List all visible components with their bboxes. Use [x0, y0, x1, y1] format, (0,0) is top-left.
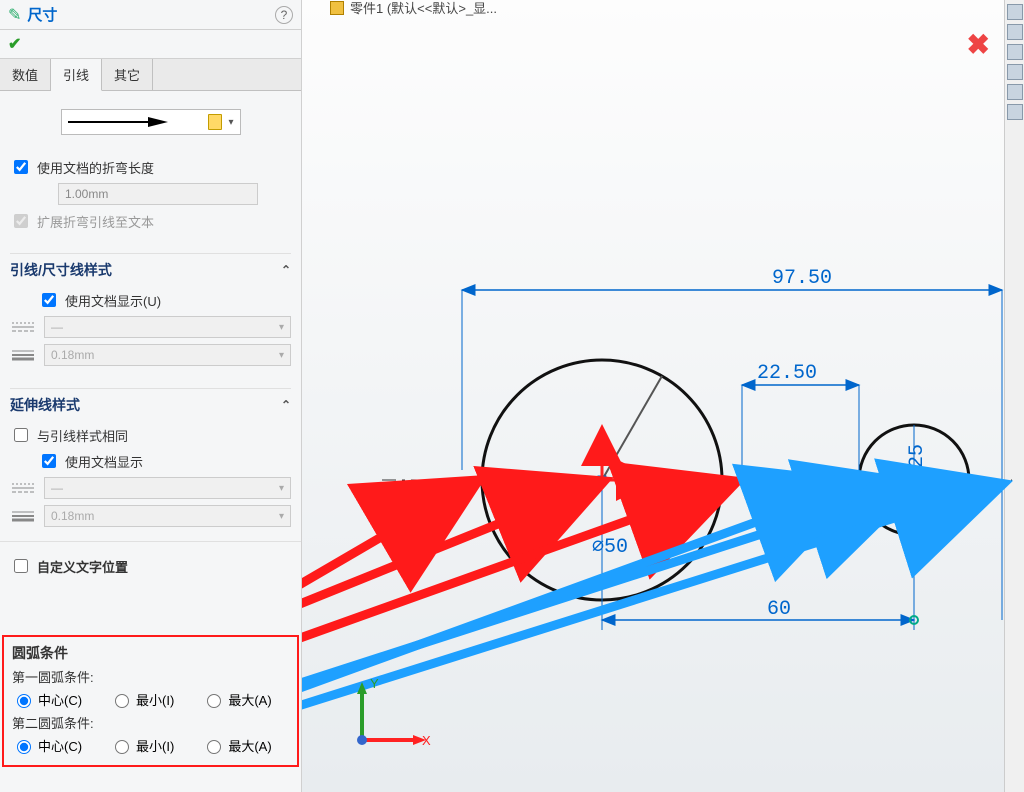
line-weight-icon	[10, 507, 36, 525]
line-weight-icon	[10, 346, 36, 364]
leader-line-weight-select[interactable]: 0.18mm▾	[44, 344, 291, 366]
chk-leader-use-doc[interactable]: 使用文档显示(U)	[10, 290, 291, 310]
ext-style-heading[interactable]: 延伸线样式 ⌃	[10, 388, 291, 419]
weight-value: 0.18mm	[51, 348, 94, 362]
svg-text:X: X	[422, 733, 431, 748]
chk-extend-bend-leader: 扩展折弯引线至文本	[10, 211, 291, 231]
chk-ext-use-doc[interactable]: 使用文档显示	[10, 451, 291, 471]
second-arc-label: 第二圆弧条件:	[12, 713, 289, 732]
tab-other[interactable]: 其它	[102, 59, 153, 90]
heading-text: 引线/尺寸线样式	[10, 260, 112, 280]
second-arc-options: 中心(C) 最小(I) 最大(A)	[12, 736, 289, 755]
panel-header: ✎ 尺寸 ?	[0, 0, 301, 30]
chk-label: 扩展折弯引线至文本	[37, 212, 154, 231]
dimension-icon: ✎	[8, 5, 21, 25]
property-panel: ✎ 尺寸 ? ✔ 数值 引线 其它 ▾ 使用文档的折弯长度 1.00mm 扩展折…	[0, 0, 302, 792]
chk-input[interactable]	[14, 559, 28, 573]
graphics-viewport[interactable]: 零件1 (默认<<默认>_显... ✖ 97.50	[302, 0, 1024, 792]
tab-value[interactable]: 数值	[0, 59, 51, 90]
dim-97: 97.50	[772, 267, 832, 290]
first-arc-max[interactable]: 最大(A)	[202, 690, 271, 709]
dim-60: 60	[767, 598, 791, 621]
collapse-icon: ⌃	[281, 263, 291, 277]
svg-text:Y: Y	[370, 676, 379, 691]
second-arc-center[interactable]: 中心(C)	[12, 736, 82, 755]
ext-line-style-select[interactable]: —▾	[44, 477, 291, 499]
bend-length-value: 1.00mm	[65, 187, 108, 201]
line-style-icon	[10, 479, 36, 497]
second-arc-max[interactable]: 最大(A)	[202, 736, 271, 755]
dim-phi25: ⌀25	[906, 444, 929, 480]
first-arc-min[interactable]: 最小(I)	[110, 690, 174, 709]
panel-tabs: 数值 引线 其它	[0, 59, 301, 91]
chk-input[interactable]	[14, 428, 28, 442]
chk-custom-text-pos[interactable]: 自定义文字位置	[10, 556, 291, 576]
first-arc-options: 中心(C) 最小(I) 最大(A)	[12, 690, 289, 709]
chk-label: 与引线样式相同	[37, 426, 128, 445]
chk-label: 使用文档显示(U)	[65, 291, 161, 310]
first-arc-label: 第一圆弧条件:	[12, 667, 289, 686]
panel-title: 尺寸	[27, 4, 57, 25]
document-icon	[208, 114, 222, 130]
bend-length-field: 1.00mm	[58, 183, 258, 205]
chk-use-doc-bend-length[interactable]: 使用文档的折弯长度	[10, 157, 291, 177]
heading-text: 延伸线样式	[10, 395, 80, 415]
second-arc-min[interactable]: 最小(I)	[110, 736, 174, 755]
arrow-style-row: ▾	[0, 91, 301, 143]
chk-label: 自定义文字位置	[37, 557, 128, 576]
arc-condition-box: 圆弧条件 第一圆弧条件: 中心(C) 最小(I) 最大(A) 第二圆弧条件: 中…	[2, 635, 299, 767]
arc-heading: 圆弧条件	[12, 643, 289, 663]
leader-style-heading[interactable]: 引线/尺寸线样式 ⌃	[10, 253, 291, 284]
collapse-icon: ⌃	[281, 398, 291, 412]
dim-22: 22.50	[757, 362, 817, 385]
chk-input[interactable]	[42, 293, 56, 307]
line-style-icon	[10, 318, 36, 336]
ok-button[interactable]: ✔	[8, 36, 21, 53]
chk-same-as-leader[interactable]: 与引线样式相同	[10, 425, 291, 445]
first-arc-center[interactable]: 中心(C)	[12, 690, 82, 709]
dim-phi50: ⌀50	[592, 536, 628, 559]
arrow-style-select[interactable]: ▾	[61, 109, 241, 135]
chk-input[interactable]	[42, 454, 56, 468]
confirm-row: ✔	[0, 30, 301, 59]
leader-line-style-select[interactable]: —▾	[44, 316, 291, 338]
ext-line-weight-select[interactable]: 0.18mm▾	[44, 505, 291, 527]
chk-label: 使用文档显示	[65, 452, 143, 471]
tab-leader[interactable]: 引线	[51, 59, 102, 91]
chk-extend-input	[14, 214, 28, 228]
sketch-drawing: 97.50 22.50 60 ⌀50 ⌀25	[302, 0, 1024, 792]
chk-use-doc-bend-length-input[interactable]	[14, 160, 28, 174]
chk-label: 使用文档的折弯长度	[37, 158, 154, 177]
chevron-down-icon: ▾	[228, 117, 233, 128]
help-icon[interactable]: ?	[275, 6, 293, 24]
weight-value: 0.18mm	[51, 509, 94, 523]
